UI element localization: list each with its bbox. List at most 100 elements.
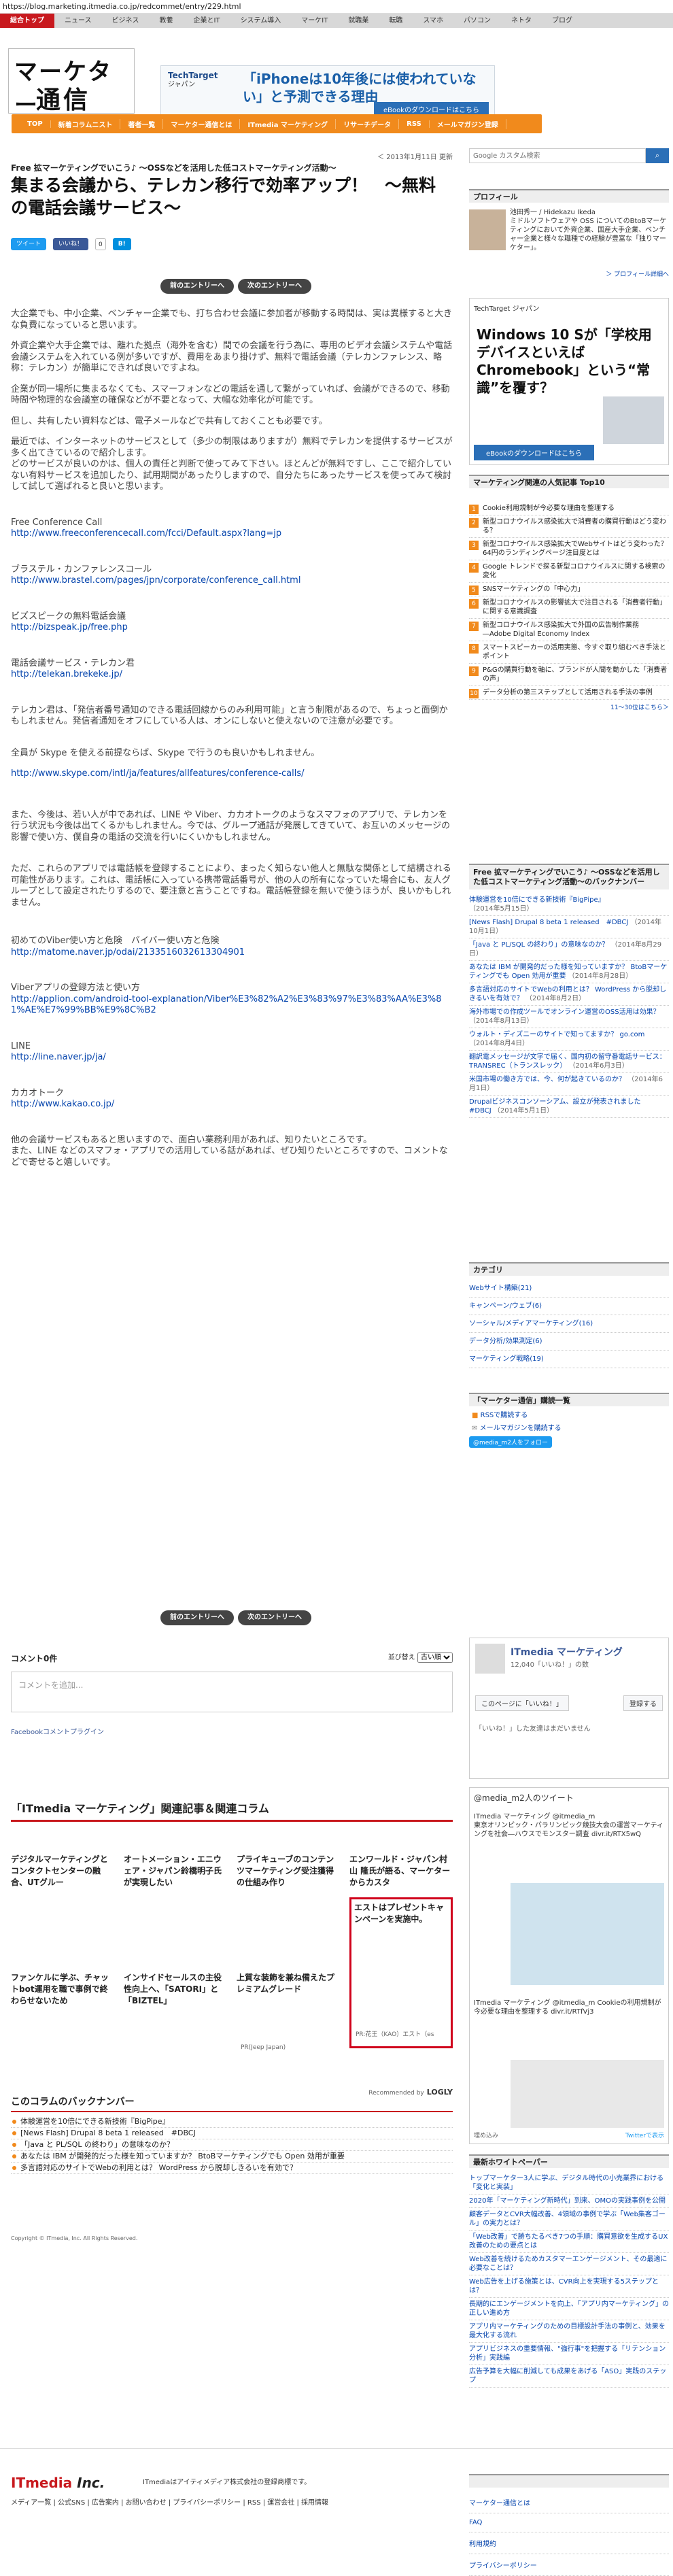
site-logo[interactable]: マーケター 通信 bbox=[8, 48, 135, 119]
tweet-1[interactable]: ITmedia マーケティング @itmedia_m 東京オリンピック・パラリン… bbox=[474, 1812, 664, 1839]
backnumber-link[interactable]: ウォルト・ディズニーのサイトで知ってますか？ go.com （2014年8月4日… bbox=[469, 1028, 669, 1051]
ranking-item[interactable]: 5 SNSマーケティングの「中心力」 bbox=[469, 583, 669, 596]
topnav-item[interactable]: スマホ bbox=[413, 14, 453, 28]
category-link[interactable]: Webサイト構築(21) bbox=[469, 1280, 669, 1298]
service-link[interactable]: http://www.brastel.com/pages/jpn/corpora… bbox=[11, 575, 300, 586]
topnav-item[interactable]: ネトタ bbox=[501, 14, 542, 28]
whitepaper-link[interactable]: Web改善を続けるためカスタマーエンゲージメント、その最適に必要なことは？ bbox=[469, 2253, 669, 2275]
tweet-image[interactable] bbox=[511, 1883, 664, 1985]
service-link[interactable]: http://telekan.brekeke.jp/ bbox=[11, 669, 122, 679]
backnumber-link[interactable]: あなたは IBM が開発的だった様を知っていますか？ BtoBマーケティングでも… bbox=[469, 961, 669, 983]
whitepaper-link[interactable]: 2020年「マーケティング新時代」到来、OMOの実践事例を公開 bbox=[469, 2194, 669, 2208]
twitter-follow-button[interactable]: @media_m2人をフォロー bbox=[469, 1436, 553, 1448]
backnumber-link[interactable]: Drupalビジネスコンソーシアム、設立が発表されました #DBCJ （2014… bbox=[469, 1096, 669, 1118]
search-input[interactable] bbox=[469, 148, 646, 163]
next-entry-button[interactable]: 次のエントリーへ bbox=[238, 279, 311, 294]
facebook-comments-plugin-link[interactable]: Facebookコメントプラグイン bbox=[11, 1726, 104, 1736]
backnumber-link[interactable]: 体験運営を10倍にできる新技術『BigPipe』 （2014年5月15日） bbox=[469, 894, 669, 916]
ranking-item[interactable]: 8 スマートスピーカーの活用実態、今すぐ取り組むべき手法とポイント bbox=[469, 641, 669, 664]
pr-article-highlight[interactable]: エストはプレゼントキャンペーンを実施中。 PR:花王（KAO）エスト（es bbox=[349, 1897, 453, 2048]
tweet-2[interactable]: ITmedia マーケティング @itmedia_m Cookieの利用規制が今… bbox=[474, 1999, 664, 2016]
topnav-item[interactable]: ビジネス bbox=[102, 14, 150, 28]
backnumber-item[interactable]: [News Flash] Drupal 8 beta 1 released #D… bbox=[11, 2128, 453, 2139]
sidebar-ad[interactable]: TechTarget ジャパン Windows 10 Sが「学校用デバイスといえ… bbox=[469, 298, 669, 465]
backnumber-link[interactable]: 多言語対応のサイトでWebの利用とは？ WordPress から脱却しきるいを有… bbox=[469, 983, 669, 1006]
app-link[interactable]: http://matome.naver.jp/odai/213351603261… bbox=[11, 947, 245, 957]
topnav-item[interactable]: ニュース bbox=[54, 14, 102, 28]
app-link[interactable]: http://www.kakao.co.jp/ bbox=[11, 1099, 114, 1109]
prev-entry-button[interactable]: 前のエントリーへ bbox=[160, 279, 234, 294]
footer-links[interactable]: メディア一覧 | 公式SNS | 広告案内 | お問い合わせ | プライバシーポ… bbox=[11, 2496, 328, 2507]
nav-item[interactable]: RSS bbox=[399, 120, 430, 128]
whitepaper-link[interactable]: Web広告を上げる施策とは、CVR向上を実現する5ステップとは？ bbox=[469, 2275, 669, 2298]
nav-item[interactable]: 著者一覧 bbox=[120, 118, 164, 129]
whitepaper-link[interactable]: 顧客データとCVR大幅改善、4領域の事例で学ぶ「Web集客ゴール」の実力とは？ bbox=[469, 2208, 669, 2231]
app-link[interactable]: http://line.naver.jp/ja/ bbox=[11, 1052, 106, 1062]
whitepaper-link[interactable]: アプリ内マーケティングのための目標設計手法の事例と、効果を最大化する流れ bbox=[469, 2320, 669, 2343]
topnav-item[interactable]: 総合トップ bbox=[0, 14, 54, 28]
backnumber-link[interactable]: 翻訳電メッセージが文字で届く、国内初の留守番電話サービス：TRANSREC（トラ… bbox=[469, 1051, 669, 1073]
category-link[interactable]: ソーシャル/メディアマーケティング(16) bbox=[469, 1315, 669, 1333]
tweet-image[interactable] bbox=[511, 2060, 664, 2128]
view-on-twitter-link[interactable]: Twitterで表示 bbox=[625, 2131, 664, 2139]
skype-link[interactable]: http://www.skype.com/intl/ja/features/al… bbox=[11, 768, 305, 779]
related-article[interactable]: ファンケルに学ぶ、チャットbot運用を職で事例で終わらせないため bbox=[11, 1972, 114, 2033]
tweet-button[interactable]: ツイート bbox=[11, 238, 47, 250]
backnumber-link[interactable]: 米国市場の働き方では、今、何が起きているのか？ （2014年6月1日） bbox=[469, 1073, 669, 1096]
nav-item[interactable]: 新着コラムニスト bbox=[51, 118, 121, 129]
ad-cta-button[interactable]: eBookのダウンロードはこちら bbox=[474, 445, 595, 460]
backnumber-item[interactable]: 「Java と PL/SQL の終わり」の意味なのか？ bbox=[11, 2139, 453, 2151]
comment-input[interactable]: コメントを追加... bbox=[11, 1672, 453, 1712]
related-article[interactable]: プライキューブのコンテンツマーケティング受注獲得の仕組み作り bbox=[237, 1854, 340, 1915]
ranking-item[interactable]: 3 新型コロナウイルス感染拡大でWebサイトはどう変わった？ 64円のランディング… bbox=[469, 538, 669, 560]
whitepaper-link[interactable]: 広告予算を大幅に削減しても成果をあげる「ASO」実践のステップ bbox=[469, 2365, 669, 2388]
hatena-bookmark-button[interactable]: B! bbox=[112, 238, 131, 250]
related-article[interactable]: インサイドセールスの主役性向上へ、「SATORI」と「BIZTEL」 bbox=[124, 1972, 227, 2033]
ranking-item[interactable]: 7 新型コロナウイルス感染拡大で外国の広告制作業務 ―Adobe Digital … bbox=[469, 619, 669, 641]
fb-share-button[interactable]: 登録する bbox=[623, 1695, 663, 1711]
whitepaper-link[interactable]: 「Web改善」で勝ちたるべき7つの手順：購買意欲を生成するUX改善のための要点と… bbox=[469, 2231, 669, 2253]
rss-link[interactable]: ■ RSSで購読する bbox=[469, 1409, 669, 1419]
search-icon[interactable]: ⌕ bbox=[646, 148, 669, 163]
fb-like-page-button[interactable]: このページに「いいね！」 bbox=[475, 1695, 569, 1711]
next-entry-button[interactable]: 次のエントリーへ bbox=[238, 1610, 311, 1625]
profile-more-link[interactable]: ＞ プロフィール詳細へ bbox=[606, 269, 669, 278]
topnav-item[interactable]: パソコン bbox=[453, 14, 501, 28]
backnumber-item[interactable]: 多言語対応のサイトでWebの利用とは？ WordPress から脱却しきるいを有… bbox=[11, 2163, 453, 2174]
related-article[interactable]: デジタルマーケティングとコンタクトセンターの融合、UTグルー bbox=[11, 1854, 114, 1915]
app-link[interactable]: http://applion.com/android-tool-explanat… bbox=[11, 994, 441, 1016]
topnav-item[interactable]: 就職業 bbox=[338, 14, 379, 28]
related-article[interactable]: オートメーション・エニウェア・ジャパン鈴橋明子氏が実現したい bbox=[124, 1854, 227, 1915]
nav-item[interactable]: ITmedia マーケティング bbox=[240, 118, 336, 129]
category-link[interactable]: キャンペーン/ウェブ(6) bbox=[469, 1298, 669, 1315]
backnumber-link[interactable]: [News Flash] Drupal 8 beta 1 released #D… bbox=[469, 916, 669, 938]
nav-item[interactable]: TOP bbox=[20, 120, 51, 128]
address-bar[interactable]: https://blog.marketing.itmedia.co.jp/red… bbox=[0, 0, 673, 14]
category-link[interactable]: データ分析/効果測定(6) bbox=[469, 1333, 669, 1351]
itmedia-logo[interactable]: ITmedia Inc. bbox=[11, 2475, 105, 2491]
topnav-item[interactable]: 教養 bbox=[150, 14, 184, 28]
ranking-item[interactable]: 1 Cookie利用規制が今必要な理由を整理する bbox=[469, 502, 669, 515]
sidebar-link[interactable]: プライバシーポリシー bbox=[469, 2554, 669, 2576]
topnav-item[interactable]: マーケIT bbox=[291, 14, 338, 28]
service-link[interactable]: http://www.freeconferencecall.com/fcci/D… bbox=[11, 528, 281, 539]
sort-select[interactable]: 古い順 bbox=[417, 1653, 453, 1663]
backnumber-link[interactable]: 海外市場での作成ツールでオンライン運営のOSS活用は効果？ （2014年8月13… bbox=[469, 1006, 669, 1028]
ranking-more-link[interactable]: 11〜30位はこちら＞ bbox=[469, 702, 669, 711]
category-link[interactable]: マーケティング戦略(19) bbox=[469, 1351, 669, 1368]
sidebar-link[interactable]: FAQ bbox=[469, 2513, 669, 2532]
topnav-item[interactable]: 企業とIT bbox=[184, 14, 230, 28]
backnumber-item[interactable]: あなたは IBM が開発的だった様を知っていますか？ BtoBマーケティングでも… bbox=[11, 2151, 453, 2163]
whitepaper-link[interactable]: 長期的にエンゲージメントを向上、「アプリ内マーケティング」の正しい進め方 bbox=[469, 2298, 669, 2320]
whitepaper-link[interactable]: トップマーケター3人に学ぶ、デジタル時代の小売業界における「変化と実装」 bbox=[469, 2172, 669, 2194]
topnav-item[interactable]: 転職 bbox=[379, 14, 413, 28]
ranking-item[interactable]: 9 P&Gの購買行動を軸に、ブランドが人間を動かした「消費者の声」 bbox=[469, 664, 669, 686]
fb-page-name[interactable]: ITmedia マーケティング bbox=[511, 1645, 623, 1659]
ranking-item[interactable]: 10 データ分析の第三ステップとして活用される手法の事例 bbox=[469, 686, 669, 700]
nav-item[interactable]: マーケター通信とは bbox=[163, 118, 241, 129]
header-ad-banner[interactable]: TechTarget ジャパン 「iPhoneは10年後には使われていない」と予測… bbox=[160, 65, 495, 121]
article-category[interactable]: Free 拡マーケティングでいこう♪ 〜OSSなどを活用した低コストマーケティン… bbox=[11, 162, 336, 173]
facebook-like-button[interactable]: いいね！ bbox=[53, 238, 89, 250]
prev-entry-button[interactable]: 前のエントリーへ bbox=[160, 1610, 234, 1625]
twitter-embed-link[interactable]: 埋め込み bbox=[474, 2131, 498, 2139]
